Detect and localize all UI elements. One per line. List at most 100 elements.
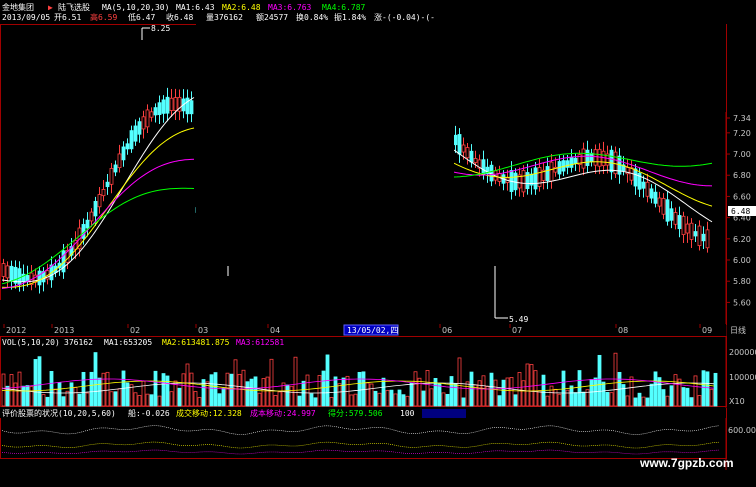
volume-bar (517, 372, 522, 407)
volume-bar (57, 382, 62, 407)
daily-label[interactable]: 日线 (730, 325, 746, 335)
volume-bar (153, 370, 158, 407)
volume-bar (361, 371, 366, 407)
candle-body (565, 160, 570, 168)
volume-bar (701, 370, 706, 407)
candle-body (549, 161, 554, 182)
candle-body (125, 143, 130, 150)
volume-bar (641, 396, 646, 407)
volume-bar (429, 388, 434, 407)
ind-axis-600: 600.00 (728, 426, 756, 435)
ma-params: MA(5,10,20,30) (102, 3, 169, 12)
volume-bar (685, 387, 690, 407)
candle-body (689, 222, 694, 240)
candle-body (149, 111, 154, 118)
volume-bar (317, 375, 322, 407)
quote-high: 高6.59 (90, 12, 117, 22)
volume-bar (277, 391, 282, 407)
volume-bar (137, 395, 142, 407)
volume-bar (197, 397, 202, 407)
volume-bar (25, 385, 30, 407)
x-tick-label: 03 (198, 326, 208, 335)
volume-bar (333, 376, 338, 407)
volume-bar (17, 371, 22, 407)
candle-body (141, 116, 146, 130)
volume-bar (521, 380, 526, 407)
stock-chart: 金地集团 ▶ 陆飞选股 MA(5,10,20,30) MA1:6.43 MA2:… (0, 0, 756, 487)
candle-body (133, 125, 138, 142)
candle-body (609, 149, 614, 173)
candle-body (157, 102, 162, 116)
volume-bar (401, 394, 406, 407)
volume-bar (661, 389, 666, 407)
x-tick-label: 07 (512, 326, 522, 335)
quote-open: 开6.51 (54, 13, 81, 22)
volume-bar (109, 391, 114, 407)
volume-bar (301, 380, 306, 407)
volume-bar (157, 395, 162, 407)
volume-bar (33, 359, 38, 407)
ma2-value: MA2:6.48 (222, 3, 261, 12)
volume-bar (465, 381, 470, 407)
candle-body (9, 265, 14, 282)
volume-bar (497, 395, 502, 407)
volume-bar (97, 377, 102, 407)
volume-bar (37, 356, 42, 407)
volume-bar (601, 381, 606, 407)
volume-bar (577, 370, 582, 407)
ma3-value: MA3:6.763 (268, 3, 312, 12)
x-tick-label: 2013 (54, 326, 74, 335)
volume-bar (613, 352, 618, 407)
volume-bar (113, 391, 118, 407)
volume-bar (397, 389, 402, 407)
volume-bar (257, 392, 262, 407)
price-tick-label: 5.60 (733, 298, 751, 307)
candle-body (457, 134, 462, 155)
volume-bar (565, 389, 570, 407)
volume-bar (493, 379, 498, 407)
ind-v2: 成交移动:12.328 (176, 408, 242, 418)
quote-amount: 额24577 (256, 12, 288, 22)
vol-ma1: MA1:653205 (104, 338, 152, 347)
candle-body (5, 265, 10, 279)
volume-bar (89, 371, 94, 407)
volume-bar (421, 390, 426, 407)
volume-bar (45, 396, 50, 407)
volume-bar (461, 397, 466, 407)
volume-bar (389, 389, 394, 407)
volume-bar (193, 391, 198, 407)
x-tick-label: 06 (442, 326, 452, 335)
volume-bar (665, 395, 670, 407)
volume-bar (529, 364, 534, 407)
volume-bar (505, 377, 510, 407)
volume-bar (249, 378, 254, 407)
volume-bar (129, 384, 134, 407)
candle-body (117, 153, 122, 169)
candle-body (121, 146, 126, 161)
volume-bar (169, 391, 174, 407)
volume-bar (9, 374, 14, 407)
x-tick-label: 2012 (6, 326, 26, 335)
candle-body (593, 149, 598, 166)
vol-ma3: MA3:612581 (236, 338, 284, 347)
volume-bar (269, 358, 274, 407)
volume-bar (385, 389, 390, 407)
volume-bar (265, 376, 270, 407)
ma1-value: MA1:6.43 (176, 3, 215, 12)
date-box-label: 13/05/02,四 (347, 326, 398, 335)
price-tick-label: 6.60 (733, 192, 751, 201)
volume-bar (61, 396, 66, 407)
volume-bar (477, 380, 482, 407)
volume-tick-label: 100000 (729, 373, 756, 382)
volume-bar (221, 388, 226, 407)
candle-body (545, 166, 550, 181)
candle-body (569, 156, 574, 168)
volume-bar (697, 395, 702, 407)
volume-bar (633, 397, 638, 407)
volume-bar (357, 371, 362, 407)
volume-bar (273, 395, 278, 407)
volume-bar (13, 382, 18, 407)
volume-bar (381, 377, 386, 407)
volume-bar (281, 382, 286, 407)
volume-bar (673, 374, 678, 407)
